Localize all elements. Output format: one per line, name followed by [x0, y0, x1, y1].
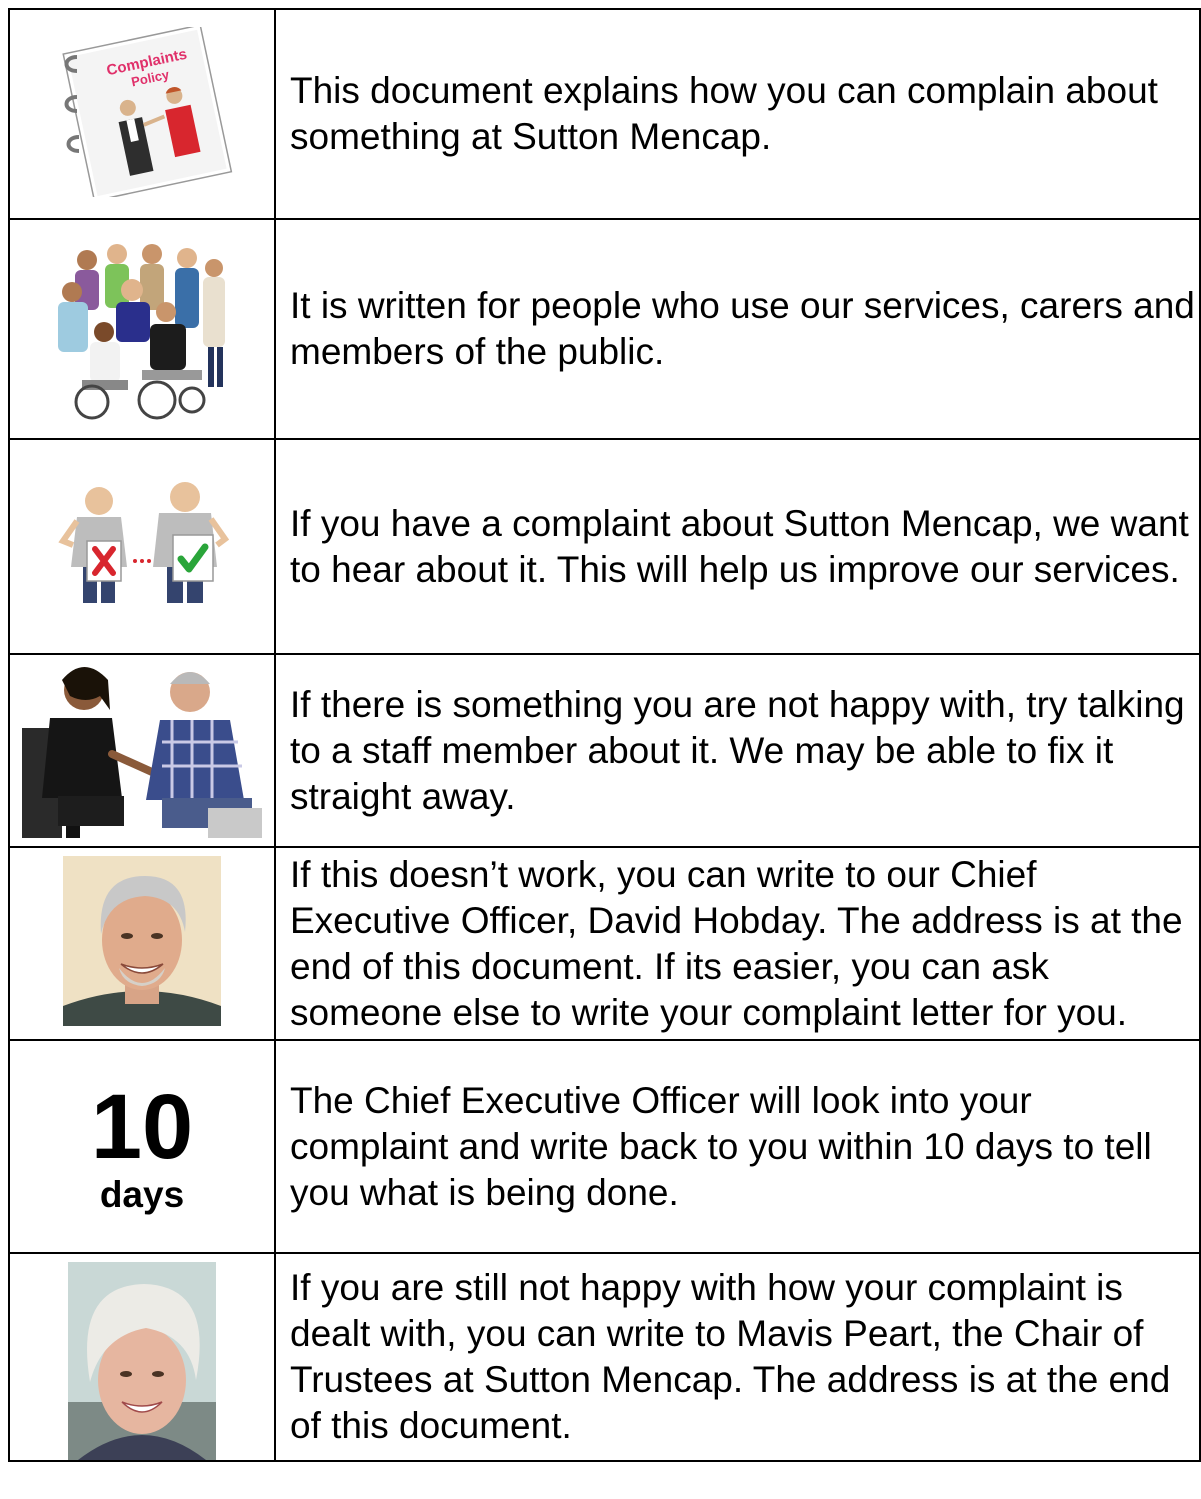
picture-cell — [8, 1252, 276, 1462]
picture-cell — [8, 653, 276, 848]
picture-cell: Complaints Policy — [8, 8, 276, 220]
table-row: If you are still not happy with how your… — [8, 1252, 1201, 1462]
days-number: 10 — [90, 1075, 194, 1178]
picture-cell: 10 days — [8, 1039, 276, 1254]
days-unit: days — [99, 1173, 185, 1215]
wrong-and-right-signs-image — [58, 482, 230, 603]
easy-read-table: Complaints Policy This document explains… — [8, 8, 1201, 1462]
picture-cell — [8, 846, 276, 1041]
table-row: Complaints Policy This document explains… — [8, 8, 1201, 220]
row-text: The Chief Executive Officer will look in… — [274, 1039, 1201, 1254]
table-row: If you have a complaint about Sutton Men… — [8, 438, 1201, 655]
row-text: This document explains how you can compl… — [274, 8, 1201, 220]
row-text: If you are still not happy with how your… — [274, 1252, 1201, 1462]
picture-cell — [8, 438, 276, 655]
picture-cell — [8, 218, 276, 440]
table-row: 10 days The Chief Executive Officer will… — [8, 1039, 1201, 1254]
mavis-peart-photo — [68, 1262, 216, 1460]
table-row: If there is something you are not happy … — [8, 653, 1201, 848]
row-text: It is written for people who use our ser… — [274, 218, 1201, 440]
david-hobday-photo — [63, 856, 221, 1026]
group-of-people-image — [58, 243, 225, 419]
two-people-talking-image — [22, 667, 262, 838]
row-text: If you have a complaint about Sutton Men… — [274, 438, 1201, 655]
row-text: If there is something you are not happy … — [274, 653, 1201, 848]
table-row: If this doesn’t work, you can write to o… — [8, 846, 1201, 1041]
row-text: If this doesn’t work, you can write to o… — [274, 846, 1201, 1041]
table-row: It is written for people who use our ser… — [8, 218, 1201, 440]
ten-days-label: 10 days — [10, 1079, 274, 1215]
complaints-policy-book-image: Complaints Policy — [62, 26, 233, 197]
